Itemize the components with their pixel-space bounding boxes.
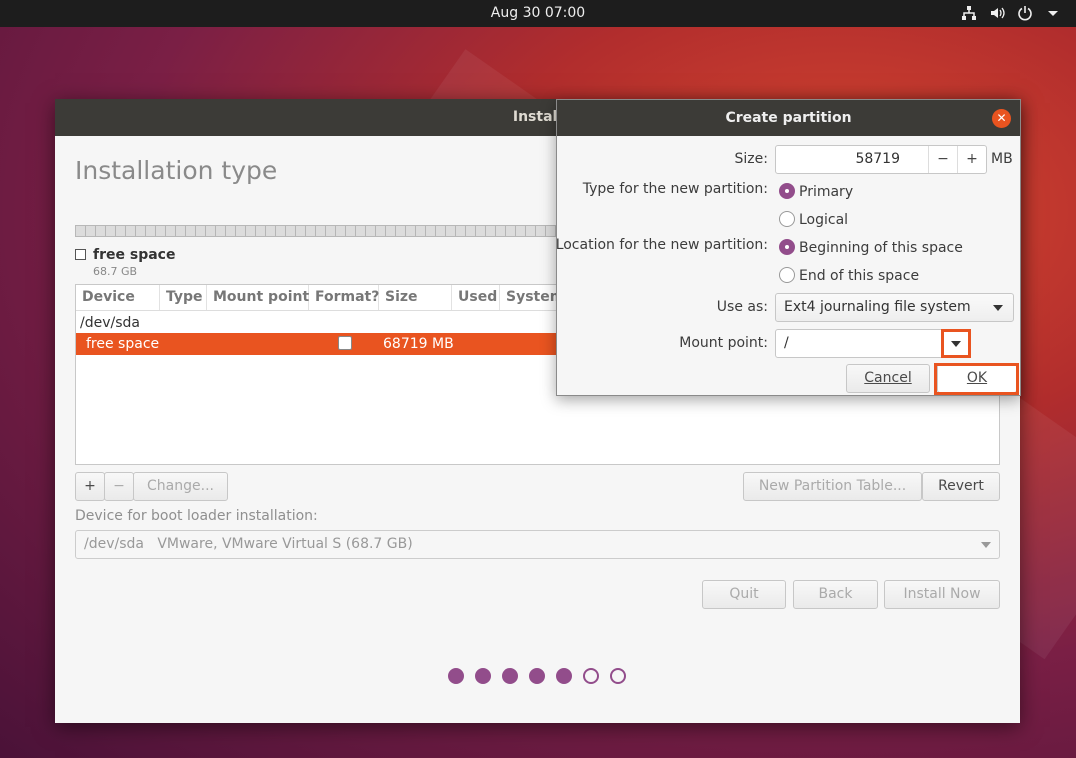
system-tray[interactable] bbox=[960, 4, 1062, 22]
column-header-used[interactable]: Used bbox=[452, 285, 500, 310]
size-label: Size: bbox=[734, 151, 768, 167]
close-icon[interactable]: ✕ bbox=[992, 109, 1011, 128]
size-decrement-button[interactable]: − bbox=[928, 146, 957, 173]
legend-label: free space bbox=[93, 247, 176, 263]
dialog-title: Create partition ✕ bbox=[557, 100, 1020, 136]
progress-dot-complete bbox=[502, 668, 518, 684]
radio-logical-label: Logical bbox=[799, 212, 849, 228]
column-header-format[interactable]: Format? bbox=[309, 285, 379, 310]
size-input[interactable]: 58719 − + bbox=[775, 145, 987, 174]
ok-highlight-box bbox=[934, 363, 1019, 395]
radio-logical-indicator[interactable] bbox=[779, 211, 795, 227]
network-icon[interactable] bbox=[960, 4, 978, 22]
use-as-label: Use as: bbox=[716, 299, 768, 315]
revert-button[interactable]: Revert bbox=[922, 472, 1000, 501]
location-label: Location for the new partition: bbox=[555, 237, 768, 253]
radio-end-indicator[interactable] bbox=[779, 267, 795, 283]
progress-dot-pending bbox=[610, 668, 626, 684]
dropdown-highlight-box bbox=[941, 329, 971, 358]
radio-beginning[interactable]: Beginning of this space bbox=[779, 239, 963, 256]
column-header-device[interactable]: Device bbox=[76, 285, 160, 310]
power-icon[interactable] bbox=[1016, 4, 1034, 22]
size-value: 58719 bbox=[855, 151, 900, 167]
cancel-button[interactable]: Cancel bbox=[846, 364, 930, 393]
quit-button[interactable]: Quit bbox=[702, 580, 786, 609]
new-partition-table-button[interactable]: New Partition Table... bbox=[743, 472, 922, 501]
row-size: 68719 MB bbox=[383, 336, 454, 352]
back-button[interactable]: Back bbox=[793, 580, 878, 609]
size-increment-button[interactable]: + bbox=[957, 146, 986, 173]
column-header-system[interactable]: System bbox=[500, 285, 564, 310]
progress-dot-pending bbox=[583, 668, 599, 684]
use-as-value: Ext4 journaling file system bbox=[784, 299, 971, 315]
radio-logical[interactable]: Logical bbox=[779, 211, 848, 228]
add-partition-button[interactable]: + bbox=[75, 472, 105, 501]
progress-dot-complete bbox=[556, 668, 572, 684]
mount-point-label: Mount point: bbox=[679, 335, 768, 351]
radio-primary[interactable]: Primary bbox=[779, 183, 853, 200]
legend-size: 68.7 GB bbox=[93, 265, 138, 278]
boot-loader-value: /dev/sda VMware, VMware Virtual S (68.7 … bbox=[84, 536, 413, 552]
column-header-size[interactable]: Size bbox=[379, 285, 452, 310]
column-header-mount-point[interactable]: Mount point bbox=[207, 285, 309, 310]
radio-beginning-label: Beginning of this space bbox=[799, 240, 963, 256]
use-as-select[interactable]: Ext4 journaling file system bbox=[775, 293, 1014, 322]
top-bar: Aug 30 07:00 bbox=[0, 0, 1076, 27]
boot-loader-select[interactable]: /dev/sda VMware, VMware Virtual S (68.7 … bbox=[75, 530, 1000, 559]
radio-beginning-indicator[interactable] bbox=[779, 239, 795, 255]
chevron-down-icon bbox=[993, 305, 1003, 311]
change-button[interactable]: Change... bbox=[133, 472, 228, 501]
progress-dot-complete bbox=[475, 668, 491, 684]
page-title: Installation type bbox=[75, 156, 278, 185]
row-device: free space bbox=[86, 336, 160, 352]
progress-dot-complete bbox=[529, 668, 545, 684]
mount-point-value: / bbox=[784, 335, 789, 351]
volume-icon[interactable] bbox=[988, 4, 1006, 22]
legend-swatch bbox=[75, 249, 86, 260]
radio-end-label: End of this space bbox=[799, 268, 920, 284]
progress-dot-complete bbox=[448, 668, 464, 684]
remove-partition-button[interactable]: − bbox=[104, 472, 134, 501]
install-now-button[interactable]: Install Now bbox=[884, 580, 1000, 609]
column-header-type[interactable]: Type bbox=[160, 285, 207, 310]
radio-primary-indicator[interactable] bbox=[779, 183, 795, 199]
size-unit: MB bbox=[991, 151, 1013, 167]
dialog-title-text: Create partition bbox=[725, 110, 852, 126]
radio-primary-label: Primary bbox=[799, 184, 854, 200]
format-checkbox[interactable] bbox=[338, 336, 352, 350]
create-partition-dialog: Create partition ✕ Size: 58719 − + MB Ty… bbox=[556, 99, 1021, 396]
type-label: Type for the new partition: bbox=[582, 181, 768, 197]
progress-dots bbox=[448, 668, 626, 684]
chevron-down-icon bbox=[981, 542, 991, 548]
radio-end[interactable]: End of this space bbox=[779, 267, 919, 284]
boot-loader-label: Device for boot loader installation: bbox=[75, 508, 318, 524]
chevron-down-icon[interactable] bbox=[1044, 4, 1062, 22]
clock[interactable]: Aug 30 07:00 bbox=[0, 5, 1076, 21]
